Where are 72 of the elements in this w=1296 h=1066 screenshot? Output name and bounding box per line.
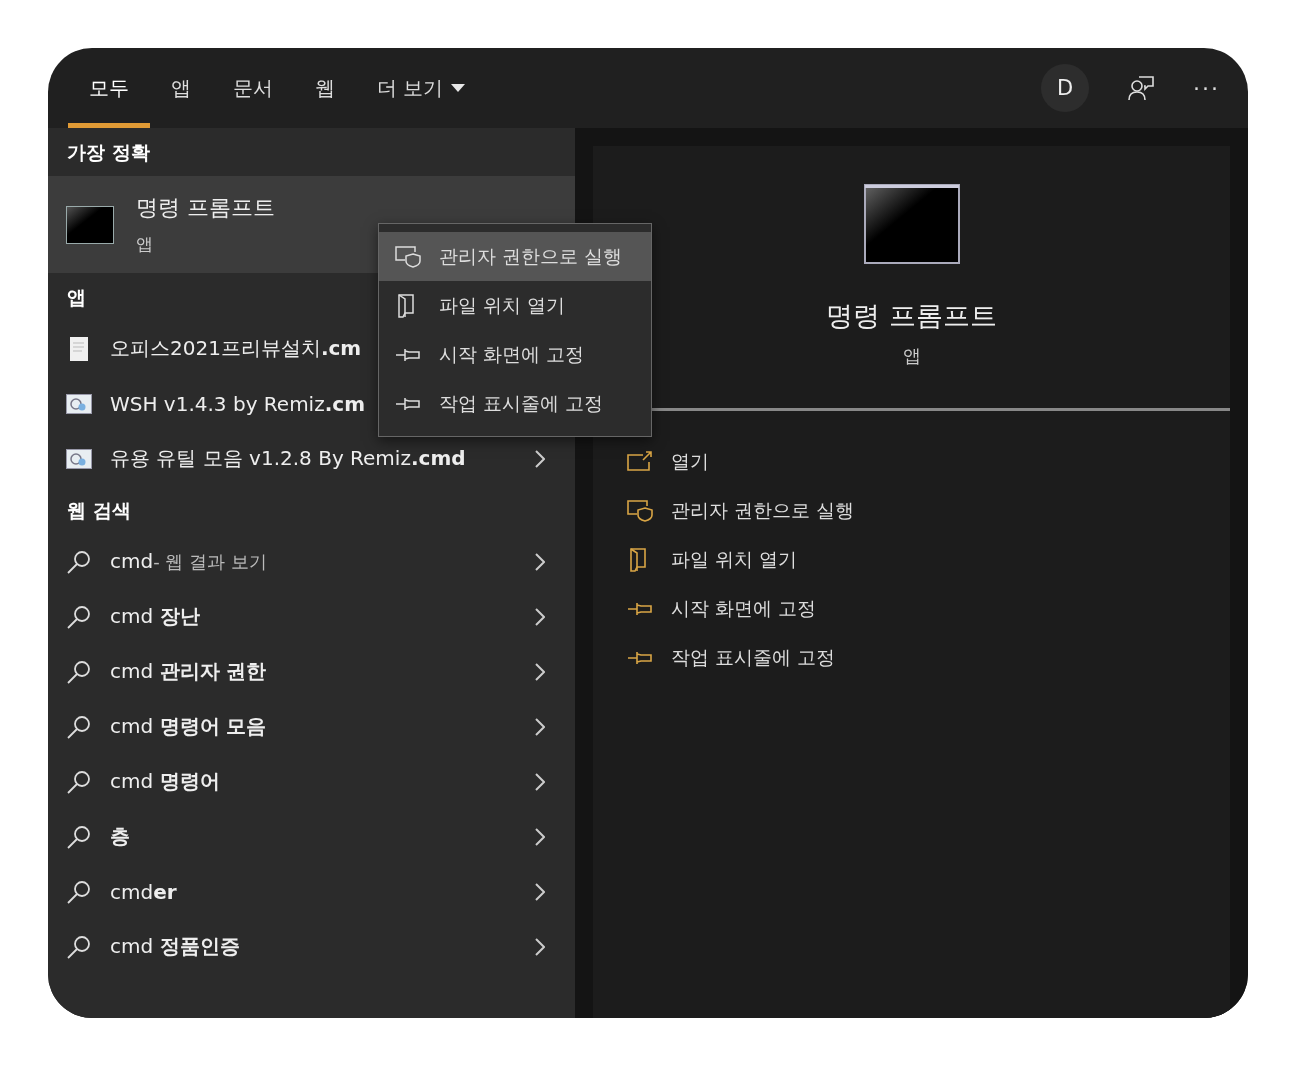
chevron-right-icon[interactable] [535, 449, 545, 468]
action-item[interactable]: 시작 화면에 고정 [627, 584, 1230, 633]
shield-icon [627, 499, 653, 522]
chevron-right-icon[interactable] [535, 607, 545, 626]
suggestion-text: cmd 명령어 모음 [110, 713, 267, 740]
web-suggestion[interactable]: cmd 명령어 [48, 754, 575, 809]
shield-icon [395, 245, 421, 268]
open-window-icon [627, 450, 653, 473]
web-suggestion[interactable]: 층 [48, 809, 575, 864]
chevron-right-icon[interactable] [535, 827, 545, 846]
pin-icon [627, 649, 653, 666]
app-type: 앱 [136, 233, 154, 256]
search-icon [66, 823, 92, 850]
filter-tab[interactable]: 앱 [150, 48, 212, 128]
app-title: 명령 프롬프트 [136, 194, 275, 222]
web-suggestion[interactable]: cmd 명령어 모음 [48, 699, 575, 754]
menu-item[interactable]: 파일 위치 열기 [379, 281, 651, 330]
web-suggestion[interactable]: cmd 장난 [48, 589, 575, 644]
pin-icon [627, 600, 653, 617]
suggestion-text: cmd 장난 [110, 603, 200, 630]
action-item[interactable]: 파일 위치 열기 [627, 535, 1230, 584]
app-name: WSH v1.4.3 by Remiz.cm [110, 391, 365, 416]
suggestion-text: cmder [110, 879, 177, 904]
search-icon [66, 878, 92, 905]
suggestion-text: cmd- 웹 결과 보기 [110, 549, 267, 574]
action-item[interactable]: 관리자 권한으로 실행 [627, 486, 1230, 535]
action-item[interactable]: 작업 표시줄에 고정 [627, 633, 1230, 682]
app-title: 명령 프롬프트 [826, 299, 997, 333]
web-suggestion[interactable]: cmd 정품인증 [48, 919, 575, 974]
suggestion-text: cmd 정품인증 [110, 933, 240, 960]
app-name: 오피스2021프리뷰설치.cm [110, 335, 362, 362]
terminal-icon [66, 205, 114, 244]
chevron-right-icon[interactable] [535, 772, 545, 791]
search-icon [66, 768, 92, 795]
section-heading: 가장 정확 [67, 140, 150, 165]
script-icon [66, 448, 92, 469]
app-result[interactable]: 유용 유틸 모음 v1.2.8 By Remiz.cmd [48, 431, 575, 486]
suggestion-text: cmd 관리자 권한 [110, 658, 267, 685]
section-heading: 웹 검색 [67, 498, 131, 523]
app-type: 앱 [902, 344, 921, 368]
chevron-right-icon[interactable] [535, 717, 545, 736]
web-suggestion[interactable]: cmd 관리자 권한 [48, 644, 575, 699]
web-suggestion[interactable]: cmder [48, 864, 575, 919]
search-icon [66, 713, 92, 740]
chevron-right-icon[interactable] [535, 552, 545, 571]
chevron-right-icon[interactable] [535, 882, 545, 901]
script-icon [66, 393, 92, 414]
search-icon [66, 658, 92, 685]
caret-icon [451, 84, 466, 92]
search-icon [66, 548, 92, 575]
filter-tab[interactable]: 웹 [294, 48, 356, 128]
menu-item[interactable]: 시작 화면에 고정 [379, 330, 651, 379]
web-suggestion[interactable]: cmd- 웹 결과 보기 [48, 534, 575, 589]
account-avatar[interactable]: D [1041, 64, 1089, 112]
section-heading: 앱 [67, 285, 86, 310]
filter-tab[interactable]: 더 보기 [356, 48, 487, 128]
action-item[interactable]: 열기 [627, 437, 1230, 486]
search-icon [66, 603, 92, 630]
pin-icon [395, 346, 421, 363]
search-icon [66, 933, 92, 960]
more-button[interactable]: ··· [1193, 75, 1220, 101]
terminal-icon [863, 184, 960, 264]
filter-tab[interactable]: 문서 [212, 48, 294, 128]
feedback-icon[interactable] [1127, 75, 1155, 101]
pin-icon [395, 395, 421, 412]
chevron-right-icon[interactable] [535, 662, 545, 681]
suggestion-text: cmd 명령어 [110, 768, 220, 795]
menu-item[interactable]: 관리자 권한으로 실행 [379, 232, 651, 281]
app-name: 유용 유틸 모음 v1.2.8 By Remiz.cmd [110, 445, 466, 472]
chevron-right-icon[interactable] [535, 937, 545, 956]
menu-item[interactable]: 작업 표시줄에 고정 [379, 379, 651, 428]
suggestion-text: 층 [110, 823, 130, 850]
